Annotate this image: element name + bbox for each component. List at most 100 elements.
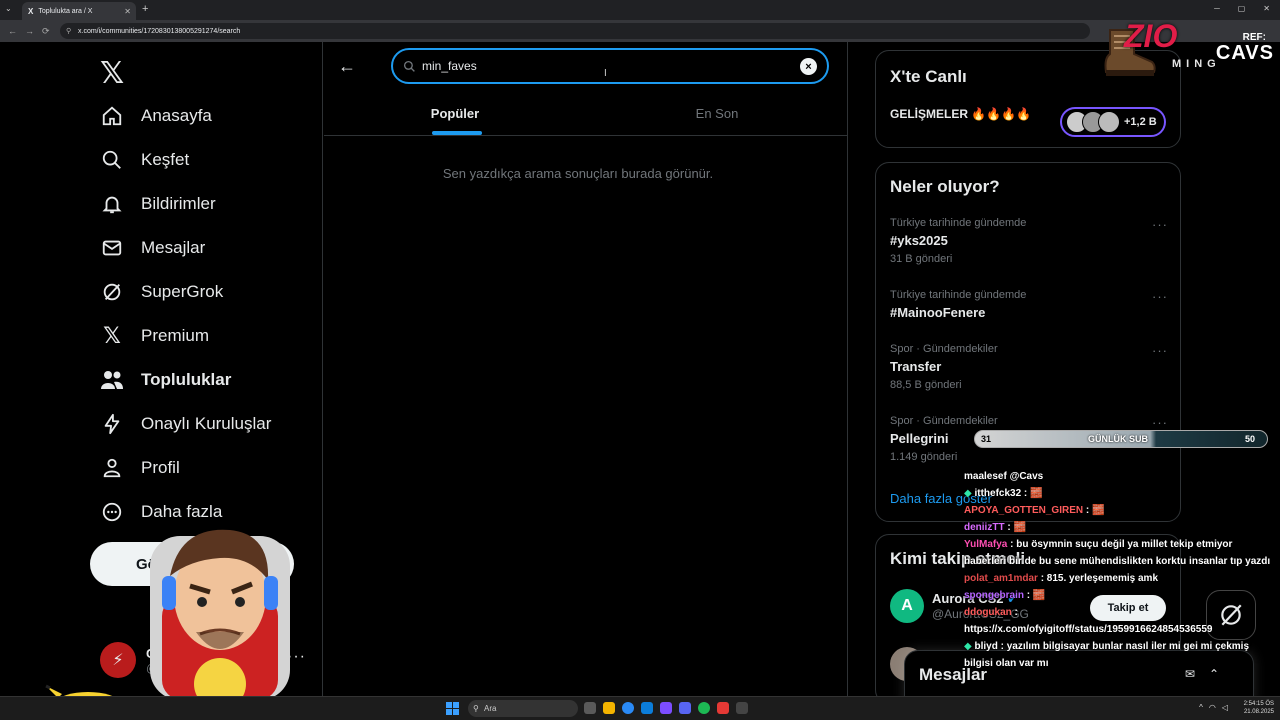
chat-line: maalesef @Cavs	[964, 471, 1044, 482]
search-column: ← × I Popüler En Son Sen yazdıkça arama …	[324, 42, 848, 696]
search-icon: ⚲	[473, 704, 479, 713]
taskbar-clock[interactable]: 2:54:15 ÖS 21.08.2025	[1244, 700, 1274, 716]
system-tray: ^◠◁	[1199, 703, 1234, 712]
browser-tabbar: ⌄ X Toplulukta ara / X ✕ + ─ ▢ ✕	[0, 0, 1280, 20]
tab-popular[interactable]: Popüler	[324, 92, 586, 135]
ref-name: CAVS	[1215, 42, 1274, 64]
taskbar-search-placeholder: Ara	[484, 704, 497, 713]
nav-label: Topluluklar	[141, 370, 232, 389]
aurora-logo-icon: A	[890, 589, 924, 623]
live-card-title: X'te Canlı	[890, 67, 967, 86]
taskbar-apps	[584, 702, 748, 714]
file-explorer-icon[interactable]	[603, 702, 615, 714]
browser-tab-title: Toplulukta ara / X	[38, 7, 93, 15]
live-listeners-pill[interactable]: +1,2 B	[1060, 107, 1166, 137]
new-tab-icon[interactable]: +	[142, 3, 148, 15]
stream-logo: ZIO MING REF: CAVS	[1100, 18, 1276, 80]
x-logo-icon[interactable]: 𝕏	[100, 56, 124, 91]
nav-item-notifications[interactable]: Bildirimler	[100, 192, 216, 216]
nav-item-profile[interactable]: Profil	[100, 456, 180, 480]
edge-icon[interactable]	[641, 702, 653, 714]
nav-item-messages[interactable]: Mesajlar	[100, 236, 205, 260]
bell-icon	[100, 192, 124, 216]
nav-item-premium[interactable]: 𝕏 Premium	[100, 323, 210, 348]
site-info-icon[interactable]: ⚲	[66, 27, 71, 35]
maximize-icon[interactable]: ▢	[1238, 4, 1246, 13]
wifi-icon[interactable]: ◠	[1209, 703, 1222, 712]
trends-title: Neler oluyor?	[890, 177, 1000, 196]
search-tabs: Popüler En Son	[324, 92, 848, 136]
avatar: ⚡	[100, 642, 136, 678]
trend-item[interactable]: Spor · Gündemdekiler Transfer 88,5 B gön…	[890, 343, 1170, 391]
empty-search-hint: Sen yazdıkça arama sonuçları burada görü…	[442, 166, 714, 181]
app-icon[interactable]	[660, 702, 672, 714]
nav-item-supergrok[interactable]: SuperGrok	[100, 280, 223, 304]
task-view-icon[interactable]	[584, 702, 596, 714]
sub-label: GÜNLÜK SUB	[1088, 434, 1148, 444]
nav-label: SuperGrok	[141, 282, 224, 301]
back-arrow-icon[interactable]: ←	[338, 56, 356, 77]
nav-label: Bildirimler	[141, 194, 216, 213]
windows-taskbar: ⚲ Ara ^◠◁ 2:54:15 ÖS 21.08.2025	[0, 696, 1280, 720]
url-field[interactable]: ⚲ x.com/i/communities/172083013800529127…	[60, 23, 1090, 39]
chat-line: deniizTT : 🧱	[964, 522, 1026, 533]
clock-time: 2:54:15 ÖS	[1243, 701, 1274, 707]
clear-search-icon[interactable]: ×	[800, 58, 817, 75]
trend-count: 88,5 B gönderi	[890, 379, 962, 391]
chevron-up-icon[interactable]: ^	[1199, 703, 1209, 712]
reload-icon[interactable]: ⟳	[42, 26, 50, 37]
trend-name: Transfer	[890, 359, 942, 374]
nav-label: Profil	[141, 458, 180, 477]
more-dots-icon[interactable]: ···	[1152, 343, 1168, 358]
back-nav-icon[interactable]: ←	[8, 26, 17, 36]
streamer-avatar-illustration	[150, 529, 290, 700]
app-icon[interactable]	[736, 702, 748, 714]
chat-line: ddogukan :	[964, 607, 1018, 618]
chrome-icon[interactable]	[622, 702, 634, 714]
search-input[interactable]	[422, 59, 792, 73]
nav-label: Premium	[141, 326, 210, 345]
browser-tab[interactable]: X Toplulukta ara / X ✕	[22, 2, 136, 20]
volume-icon[interactable]: ◁	[1222, 703, 1234, 712]
nav-label: Onaylı Kuruluşlar	[141, 414, 272, 433]
grok-icon	[100, 280, 124, 304]
nav-item-verified-orgs[interactable]: Onaylı Kuruluşlar	[100, 412, 271, 436]
tab-close-icon[interactable]: ✕	[124, 7, 131, 16]
more-circle-icon	[100, 500, 124, 524]
nav-item-communities[interactable]: Topluluklar	[100, 368, 231, 392]
close-window-icon[interactable]: ✕	[1263, 4, 1270, 13]
more-dots-icon[interactable]: ···	[1152, 415, 1168, 430]
more-dots-icon[interactable]: ···	[1152, 217, 1168, 232]
spotify-icon[interactable]	[698, 702, 710, 714]
window-controls: ─ ▢ ✕	[1214, 4, 1270, 13]
chat-line: spongebrain : 🧱	[964, 590, 1046, 601]
logo-subtext: MING	[1172, 58, 1221, 70]
trend-meta: Türkiye tarihinde gündemde	[890, 217, 1027, 229]
search-box[interactable]: ×	[391, 48, 829, 84]
minimize-icon[interactable]: ─	[1214, 4, 1220, 13]
chat-line: ◆ bliyd : yazılım bilgisayar bunlar nası…	[964, 641, 1250, 669]
tab-search-icon[interactable]: ⌄	[5, 4, 12, 13]
nav-item-home[interactable]: Anasayfa	[100, 104, 212, 128]
nav-item-explore[interactable]: Keşfet	[100, 148, 189, 172]
tab-latest[interactable]: En Son	[586, 92, 848, 135]
stream-chat: maalesef @Cavs ◆ itthefck32 : 🧱 APOYA_GO…	[964, 468, 1274, 672]
nav-label: Mesajlar	[141, 238, 206, 257]
screen: ⌄ X Toplulukta ara / X ✕ + ─ ▢ ✕ ← → ⟳ ⚲…	[0, 0, 1280, 720]
trend-item[interactable]: Türkiye tarihinde gündemde #yks2025 31 B…	[890, 217, 1170, 265]
trend-meta: Spor · Gündemdekiler	[890, 343, 998, 355]
trend-item[interactable]: Türkiye tarihinde gündemde #MainooFenere…	[890, 289, 1170, 320]
chat-line: polat_am1mdar : 815. yerleşememiş amk	[964, 573, 1159, 584]
app-icon[interactable]	[717, 702, 729, 714]
forward-nav-icon[interactable]: →	[25, 26, 34, 36]
sub-goal: 50	[1244, 434, 1255, 444]
search-icon	[100, 148, 124, 172]
windows-start-icon[interactable]	[446, 702, 459, 715]
taskbar-search[interactable]: ⚲ Ara	[468, 700, 578, 717]
more-dots-icon[interactable]: ···	[1152, 289, 1168, 304]
discord-icon[interactable]	[679, 702, 691, 714]
chat-line: https://x.com/ofyigitoff/status/19599166…	[964, 624, 1213, 635]
search-icon	[403, 60, 415, 72]
communities-icon	[100, 368, 124, 392]
live-event[interactable]: GELİŞMELER 🔥🔥🔥🔥	[890, 107, 1031, 121]
